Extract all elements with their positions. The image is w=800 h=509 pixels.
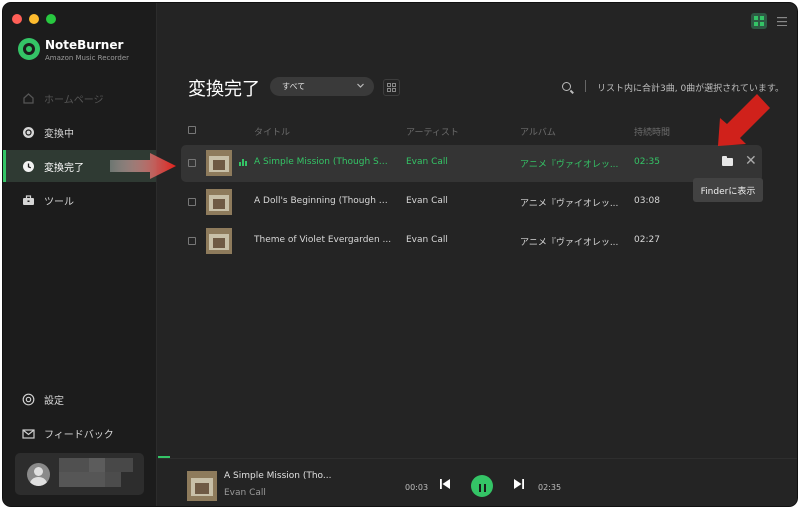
arrow-to-converted-tab	[110, 153, 176, 179]
annotation-arrows	[110, 94, 770, 179]
arrow-to-folder-icon	[718, 94, 770, 146]
